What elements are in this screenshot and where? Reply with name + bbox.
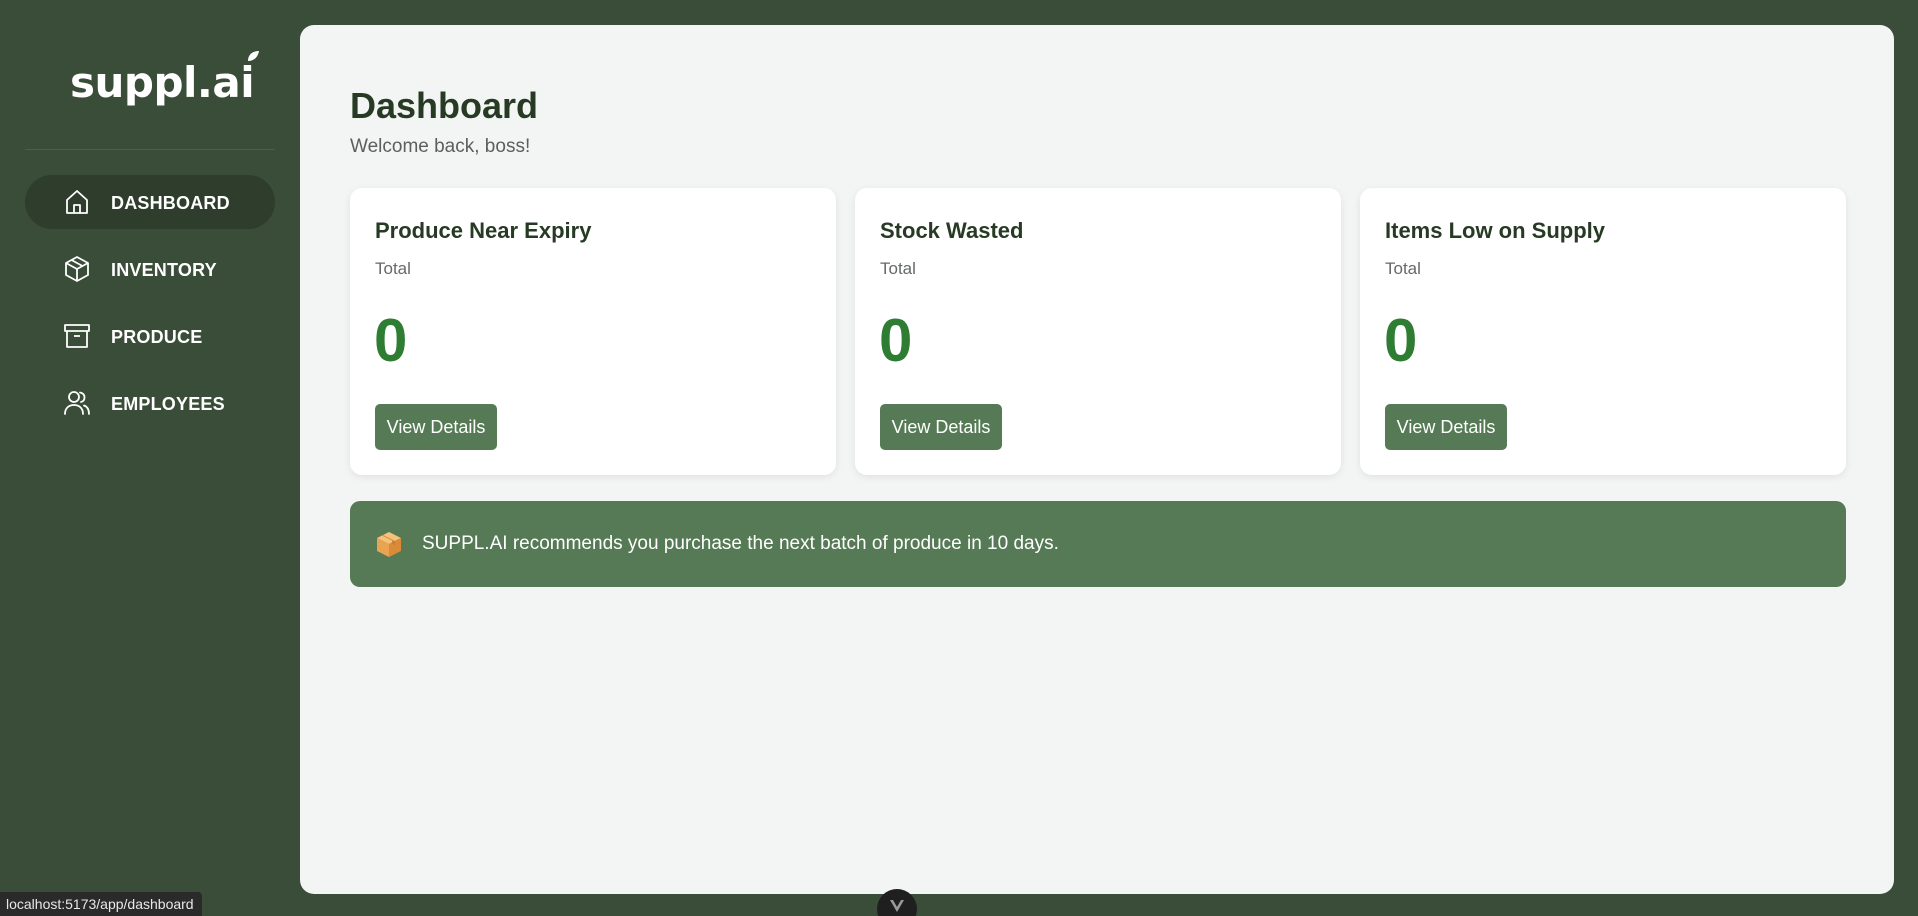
sidebar: suppl.ai DASHBOARD INVENTORY PRODUCE EMP… [0,0,300,916]
sidebar-item-label: PRODUCE [111,327,203,347]
logo-text: suppl.ai [70,58,255,107]
card-subtitle: Total [880,259,916,278]
sidebar-item-label: DASHBOARD [111,193,230,213]
sidebar-divider [25,149,275,150]
card-value: 0 [1384,307,1418,374]
page-subtitle: Welcome back, boss! [350,136,531,157]
page-title: Dashboard [350,85,539,126]
recommendation-text: SUPPL.AI recommends you purchase the nex… [422,533,1059,554]
package-icon [377,532,401,557]
card-title: Produce Near Expiry [375,218,592,243]
card-items-low-on-supply: Items Low on Supply Total 0 View Details [1360,188,1846,475]
view-details-button[interactable]: View Details [1385,404,1507,450]
card-title: Items Low on Supply [1385,218,1606,243]
users-icon [64,391,90,415]
card-produce-near-expiry: Produce Near Expiry Total 0 View Details [350,188,836,475]
archive-icon [64,324,90,348]
vue-logo-icon [890,900,904,912]
card-subtitle: Total [1385,259,1421,278]
card-stock-wasted: Stock Wasted Total 0 View Details [855,188,1341,475]
sidebar-item-inventory[interactable]: INVENTORY [25,242,275,296]
logo[interactable]: suppl.ai [70,51,260,107]
card-subtitle: Total [375,259,411,278]
app-window: suppl.ai DASHBOARD INVENTORY PRODUCE EMP… [0,0,1918,916]
card-value: 0 [374,307,408,374]
card-value: 0 [879,307,913,374]
sidebar-item-dashboard[interactable]: DASHBOARD [25,175,275,229]
box-3d-icon [65,256,89,282]
sidebar-nav: DASHBOARD INVENTORY PRODUCE EMPLOYEES [25,175,275,443]
leaf-icon [248,51,260,61]
sidebar-item-employees[interactable]: EMPLOYEES [25,376,275,430]
recommendation-banner: SUPPL.AI recommends you purchase the nex… [350,501,1846,587]
sidebar-item-produce[interactable]: PRODUCE [25,309,275,363]
card-title: Stock Wasted [880,218,1024,243]
stats-cards: Produce Near Expiry Total 0 View Details… [350,188,1846,475]
sidebar-item-label: INVENTORY [111,260,217,280]
status-bar-url: localhost:5173/app/dashboard [0,892,202,916]
home-icon [66,190,88,214]
view-details-button[interactable]: View Details [880,404,1002,450]
main-panel: Dashboard Welcome back, boss! Produce Ne… [300,25,1894,894]
sidebar-item-label: EMPLOYEES [111,394,225,414]
view-details-button[interactable]: View Details [375,404,497,450]
